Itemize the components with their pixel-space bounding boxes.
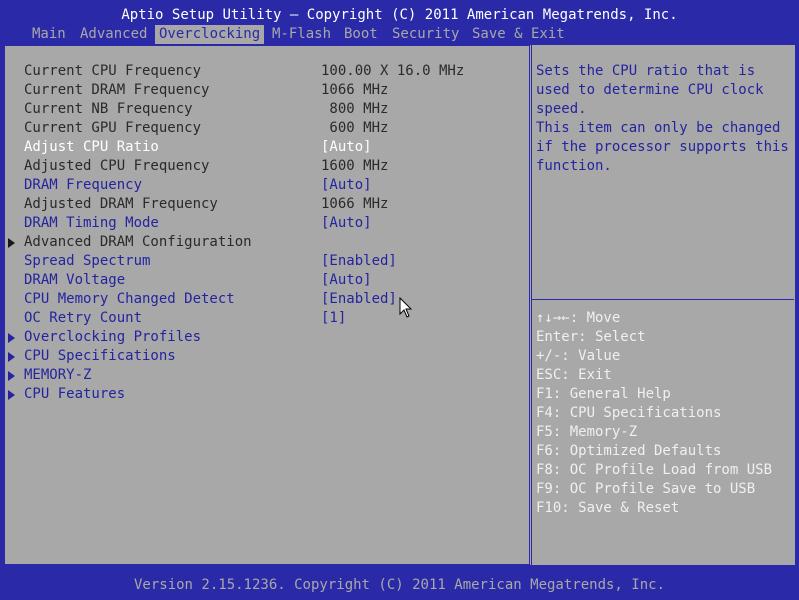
setting-spread-spectrum[interactable]: Spread Spectrum [Enabled] xyxy=(0,252,520,271)
key-hint-move: ↑↓→←: Move xyxy=(536,310,621,326)
setting-adjust-cpu-ratio[interactable]: Adjust CPU Ratio [Auto] xyxy=(0,138,520,157)
setting-cpu-memory-changed-detect[interactable]: CPU Memory Changed Detect [Enabled] xyxy=(0,290,520,309)
setting-label: Adjusted DRAM Frequency xyxy=(24,196,218,212)
setting-label: CPU Memory Changed Detect xyxy=(24,291,235,307)
submenu-arrow-icon xyxy=(8,333,15,343)
setting-value: 600 MHz xyxy=(321,120,389,136)
submenu-label: Advanced DRAM Configuration xyxy=(24,234,252,250)
setting-current-gpu-frequency: Current GPU Frequency 600 MHz xyxy=(0,119,520,138)
submenu-label: Overclocking Profiles xyxy=(24,329,202,345)
setting-current-cpu-frequency: Current CPU Frequency 100.00 X 16.0 MHz xyxy=(0,62,520,81)
menu-tab-overclocking[interactable]: Overclocking xyxy=(155,25,265,44)
help-description: Sets the CPU ratio that is used to deter… xyxy=(536,63,789,174)
submenu-overclocking-profiles[interactable]: Overclocking Profiles xyxy=(0,328,520,347)
setting-label: Current DRAM Frequency xyxy=(24,82,210,98)
menu-tab-m-flash[interactable]: M-Flash xyxy=(268,25,335,44)
setting-label: DRAM Voltage xyxy=(24,272,126,288)
setting-dram-voltage[interactable]: DRAM Voltage [Auto] xyxy=(0,271,520,290)
setting-value: 100.00 X 16.0 MHz xyxy=(321,63,465,79)
key-hint-exit: ESC: Exit xyxy=(536,367,612,383)
mouse-pointer-icon xyxy=(399,297,413,318)
setting-label: Current GPU Frequency xyxy=(24,120,202,136)
key-hint-general-help: F1: General Help xyxy=(536,386,671,402)
submenu-memory-z[interactable]: MEMORY-Z xyxy=(0,366,520,385)
setting-value: 800 MHz xyxy=(321,101,389,117)
menu-bar: Main Advanced Overclocking M-Flash Boot … xyxy=(0,24,799,44)
setting-value[interactable]: [Auto] xyxy=(321,176,372,195)
submenu-arrow-icon xyxy=(8,371,15,381)
setting-current-nb-frequency: Current NB Frequency 800 MHz xyxy=(0,100,520,119)
setting-value[interactable]: [Enabled] xyxy=(321,290,397,309)
menu-tab-advanced[interactable]: Advanced xyxy=(76,25,151,44)
help-divider xyxy=(532,299,794,300)
menu-tab-save-exit[interactable]: Save & Exit xyxy=(468,25,569,44)
setting-current-dram-frequency: Current DRAM Frequency 1066 MHz xyxy=(0,81,520,100)
setting-label: Adjusted CPU Frequency xyxy=(24,158,210,174)
setting-label: Current NB Frequency xyxy=(24,101,193,117)
setting-value: 1066 MHz xyxy=(321,196,389,212)
setting-dram-timing-mode[interactable]: DRAM Timing Mode [Auto] xyxy=(0,214,520,233)
menu-tab-boot[interactable]: Boot xyxy=(340,25,382,44)
setting-value[interactable]: [1] xyxy=(321,309,346,328)
submenu-arrow-icon xyxy=(8,390,15,400)
submenu-advanced-dram-configuration[interactable]: Advanced DRAM Configuration xyxy=(0,233,520,252)
key-hint-save-reset: F10: Save & Reset xyxy=(536,500,680,516)
key-hint-select: Enter: Select xyxy=(536,329,646,345)
setting-adjusted-dram-frequency: Adjusted DRAM Frequency 1066 MHz xyxy=(0,195,520,214)
setting-value[interactable]: [Auto] xyxy=(321,214,372,233)
key-legend: ↑↓→←: Move Enter: Select +/-: Value ESC:… xyxy=(536,309,786,518)
menu-tab-security[interactable]: Security xyxy=(388,25,463,44)
setting-oc-retry-count[interactable]: OC Retry Count [1] xyxy=(0,309,520,328)
footer-version: Version 2.15.1236. Copyright (C) 2011 Am… xyxy=(133,577,665,593)
key-hint-memory-z: F5: Memory-Z xyxy=(536,424,638,440)
setting-dram-frequency[interactable]: DRAM Frequency [Auto] xyxy=(0,176,520,195)
key-hint-oc-profile-save: F9: OC Profile Save to USB xyxy=(536,481,756,497)
setting-value[interactable]: [Auto] xyxy=(321,138,372,157)
key-hint-oc-profile-load: F8: OC Profile Load from USB xyxy=(536,462,773,478)
key-hint-optimized-defaults: F6: Optimized Defaults xyxy=(536,443,722,459)
submenu-cpu-features[interactable]: CPU Features xyxy=(0,385,520,404)
submenu-cpu-specifications[interactable]: CPU Specifications xyxy=(0,347,520,366)
submenu-label: CPU Features xyxy=(24,386,126,402)
menu-tab-main[interactable]: Main xyxy=(28,25,70,44)
setting-label: DRAM Timing Mode xyxy=(24,215,159,231)
setting-label: Spread Spectrum xyxy=(24,253,151,269)
setting-adjusted-cpu-frequency: Adjusted CPU Frequency 1600 MHz xyxy=(0,157,520,176)
setting-value[interactable]: [Auto] xyxy=(321,271,372,290)
setting-label: Current CPU Frequency xyxy=(24,63,202,79)
key-hint-cpu-specifications: F4: CPU Specifications xyxy=(536,405,722,421)
setting-value: 1600 MHz xyxy=(321,158,389,174)
setting-label: OC Retry Count xyxy=(24,310,143,326)
setting-value: 1066 MHz xyxy=(321,82,389,98)
key-hint-value: +/-: Value xyxy=(536,348,621,364)
setting-label: DRAM Frequency xyxy=(24,177,143,193)
submenu-arrow-icon xyxy=(8,352,15,362)
setting-value[interactable]: [Enabled] xyxy=(321,252,397,271)
submenu-arrow-icon xyxy=(8,238,15,248)
setting-label: Adjust CPU Ratio xyxy=(24,139,159,155)
window-title: Aptio Setup Utility – Copyright (C) 2011… xyxy=(121,7,678,23)
submenu-label: CPU Specifications xyxy=(24,348,176,364)
submenu-label: MEMORY-Z xyxy=(24,367,92,383)
